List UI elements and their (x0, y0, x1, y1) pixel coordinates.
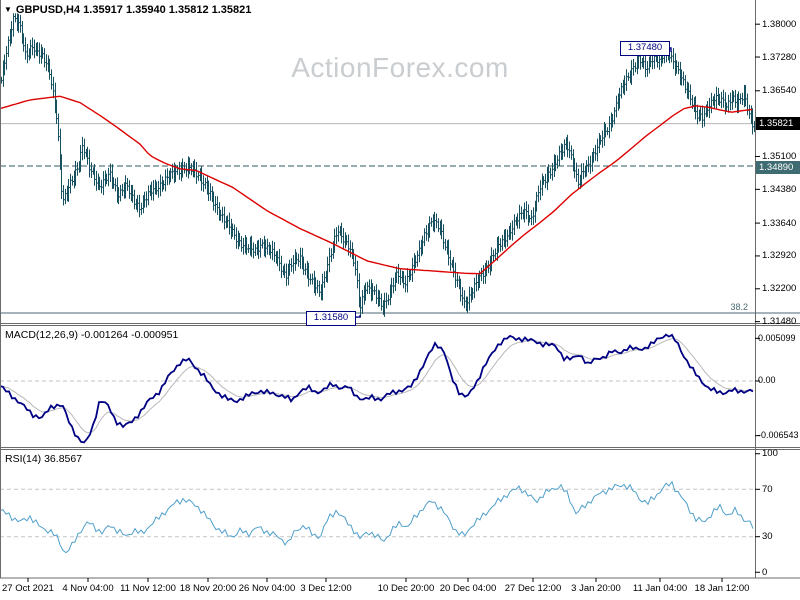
macd-main-line (0, 333, 754, 444)
axis-tick-label: 1.32200 (762, 283, 797, 295)
chart-canvas[interactable] (0, 0, 800, 600)
low-price-annotation[interactable]: 1.31580 (306, 310, 356, 326)
candle-bars (1, 13, 755, 318)
symbol-info-bar: ▼ GBPUSD,H4 1.35917 1.35940 1.35812 1.358… (4, 4, 251, 16)
macd-tick-label: 0.005099 (758, 332, 796, 343)
axis-tick-label: 1.31480 (762, 316, 797, 328)
fib-382-label: 38.2 (730, 302, 748, 312)
time-axis-label: 18 Jan 12:00 (694, 583, 750, 594)
axis-tick-label: 0 (762, 566, 768, 578)
rsi-line (0, 480, 754, 554)
current-price-label: 1.35821 (756, 117, 800, 131)
macd-indicator-title: MACD(12,26,9) -0.001264 -0.000951 (5, 329, 179, 341)
axis-tick-label: 1.32920 (762, 250, 797, 262)
macd-signal-line (0, 338, 754, 434)
axis-tick-label: 100 (762, 448, 778, 460)
time-axis-label: 27 Oct 2021 (2, 583, 54, 594)
trading-chart-window: ActionForex.com ▼ GBPUSD,H4 1.35917 1.359… (0, 0, 800, 600)
high-price-annotation[interactable]: 1.37480 (620, 41, 670, 57)
axis-tick-label: 70 (762, 483, 773, 495)
symbol-dropdown-icon[interactable]: ▼ (4, 5, 12, 14)
axis-tick-label: 1.34380 (762, 183, 797, 195)
axis-tick-label: 1.37280 (762, 51, 797, 63)
rsi-indicator-title: RSI(14) 36.8567 (5, 453, 83, 465)
support-level-label: 1.34890 (756, 160, 800, 174)
macd-tick-label: 0.00 (758, 375, 776, 386)
time-axis-label: 3 Dec 12:00 (300, 583, 352, 594)
axis-tick-label: 1.36540 (762, 85, 797, 97)
symbol-ohlc-text: GBPUSD,H4 1.35917 1.35940 1.35812 1.3582… (15, 4, 252, 16)
macd-tick-label: -0.006543 (758, 430, 799, 441)
axis-tick-label: 1.38000 (762, 18, 797, 30)
axis-tick-label: 1.33640 (762, 217, 797, 229)
axis-tick-label: 30 (762, 531, 773, 543)
